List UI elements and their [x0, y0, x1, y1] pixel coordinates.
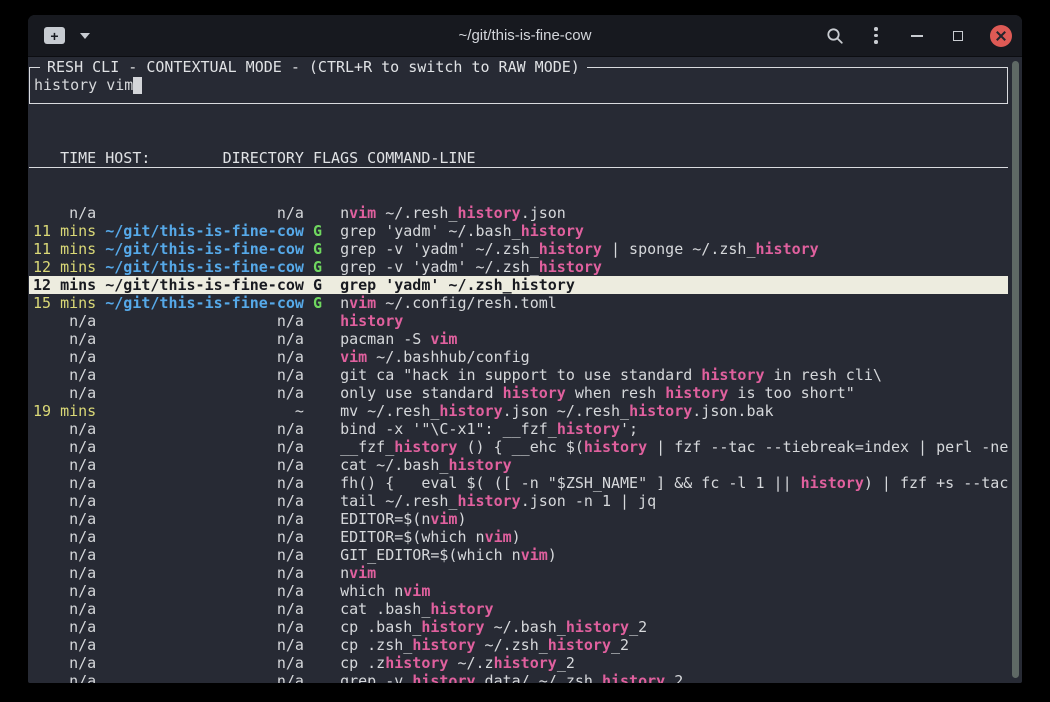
terminal-content: RESH CLI - CONTEXTUAL MODE - (CTRL+R to … — [28, 58, 1022, 683]
chevron-down-icon[interactable] — [80, 33, 90, 39]
restore-icon — [953, 31, 963, 41]
history-row-selected[interactable]: 12 mins ~/git/this-is-fine-cow G grep 'y… — [29, 276, 1008, 294]
search-icon — [826, 27, 844, 45]
resh-search-box: RESH CLI - CONTEXTUAL MODE - (CTRL+R to … — [29, 67, 1008, 104]
minimize-button[interactable] — [908, 27, 926, 45]
search-input[interactable]: history vim — [34, 76, 142, 94]
history-row[interactable]: n/a n/a cp .bash_history ~/.bash_history… — [29, 618, 1008, 636]
history-row[interactable]: n/a n/a nvim ~/.resh_history.json — [29, 204, 1008, 222]
text-cursor — [133, 77, 142, 94]
plus-icon: + — [50, 29, 58, 43]
history-row[interactable]: n/a n/a bind -x '"\C-x1": __fzf_history'… — [29, 420, 1008, 438]
history-table: TIME HOST: DIRECTORY FLAGS COMMAND-LINE … — [29, 114, 1008, 683]
history-row[interactable]: n/a n/a EDITOR=$(nvim) — [29, 510, 1008, 528]
history-row[interactable]: n/a n/a cat .bash_history — [29, 600, 1008, 618]
history-row[interactable]: n/a n/a EDITOR=$(which nvim) — [29, 528, 1008, 546]
history-row[interactable]: n/a n/a history — [29, 312, 1008, 330]
search-button[interactable] — [826, 27, 844, 45]
menu-button[interactable] — [867, 27, 885, 45]
history-row[interactable]: n/a n/a git ca "hack in support to use s… — [29, 366, 1008, 384]
new-tab-button[interactable]: + — [44, 27, 65, 44]
history-row[interactable]: n/a n/a cp .zhistory ~/.zhistory_2 — [29, 654, 1008, 672]
history-row[interactable]: n/a n/a which nvim — [29, 582, 1008, 600]
search-query-text: history vim — [34, 76, 133, 94]
history-row[interactable]: 11 mins ~/git/this-is-fine-cow G grep -v… — [29, 240, 1008, 258]
resh-mode-legend: RESH CLI - CONTEXTUAL MODE - (CTRL+R to … — [40, 58, 587, 76]
terminal-window: + ~/git/this-is-fine-cow RESH CLI - CONT… — [28, 15, 1022, 683]
scrollbar-thumb[interactable] — [1012, 61, 1019, 678]
history-row[interactable]: n/a n/a tail ~/.resh_history.json -n 1 |… — [29, 492, 1008, 510]
titlebar: + ~/git/this-is-fine-cow — [28, 15, 1022, 57]
restore-button[interactable] — [949, 27, 967, 45]
history-row[interactable]: 15 mins ~/git/this-is-fine-cow G nvim ~/… — [29, 294, 1008, 312]
history-row[interactable]: n/a n/a vim ~/.bashhub/config — [29, 348, 1008, 366]
history-row[interactable]: n/a n/a __fzf_history () { __ehc $(histo… — [29, 438, 1008, 456]
table-header: TIME HOST: DIRECTORY FLAGS COMMAND-LINE — [29, 150, 1008, 168]
history-row[interactable]: n/a n/a pacman -S vim — [29, 330, 1008, 348]
history-row[interactable]: n/a n/a cat ~/.bash_history — [29, 456, 1008, 474]
history-row[interactable]: n/a n/a grep -v history_data/ ~/.zsh_his… — [29, 672, 1008, 683]
history-row[interactable]: n/a n/a nvim — [29, 564, 1008, 582]
history-row[interactable]: n/a n/a cp .zsh_history ~/.zsh_history_2 — [29, 636, 1008, 654]
close-button[interactable] — [990, 25, 1012, 47]
history-row[interactable]: 12 mins ~/git/this-is-fine-cow G grep -v… — [29, 258, 1008, 276]
history-row[interactable]: n/a n/a fh() { eval $( ([ -n "$ZSH_NAME"… — [29, 474, 1008, 492]
history-row[interactable]: 11 mins ~/git/this-is-fine-cow G grep 'y… — [29, 222, 1008, 240]
history-row[interactable]: 19 mins ~ mv ~/.resh_history.json ~/.res… — [29, 402, 1008, 420]
table-rows: n/a n/a nvim ~/.resh_history.json11 mins… — [29, 204, 1008, 683]
minimize-icon — [911, 35, 923, 37]
history-row[interactable]: n/a n/a only use standard history when r… — [29, 384, 1008, 402]
history-row[interactable]: n/a n/a GIT_EDITOR=$(which nvim) — [29, 546, 1008, 564]
